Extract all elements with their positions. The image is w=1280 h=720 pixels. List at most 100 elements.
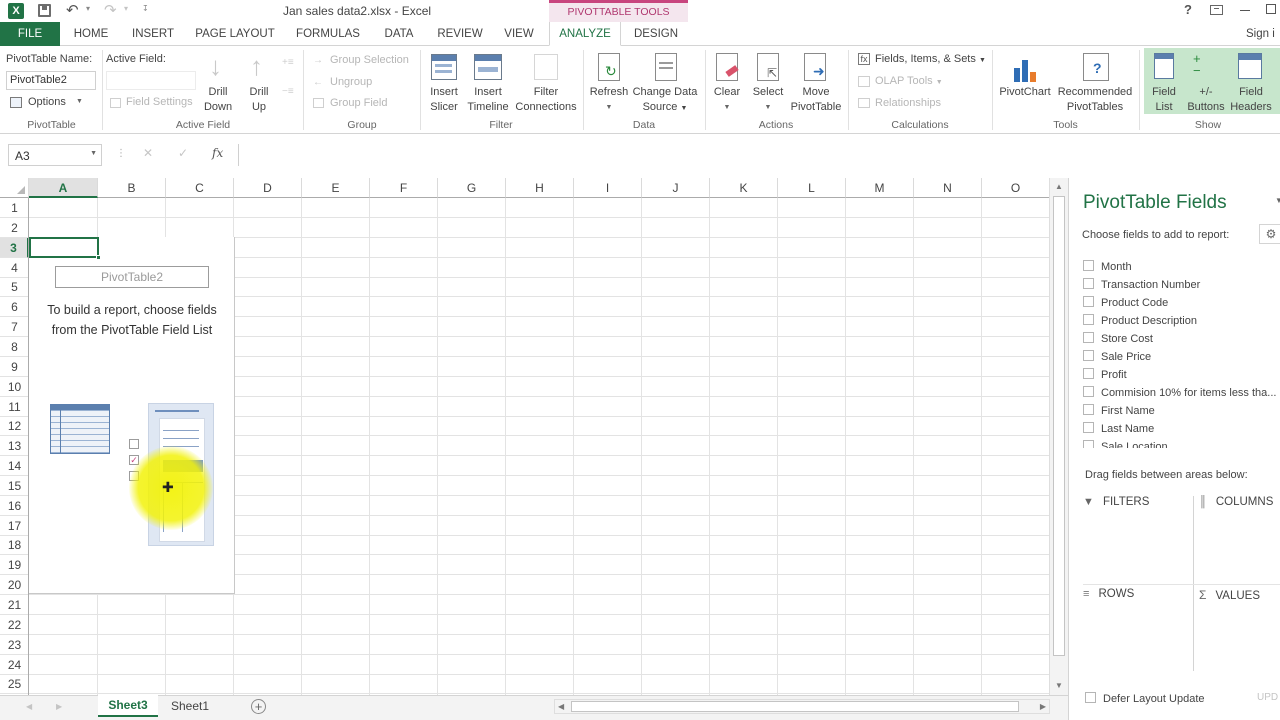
- change-data-source-dropdown-icon[interactable]: ▼: [680, 105, 687, 112]
- select-all-corner[interactable]: [0, 178, 29, 198]
- field-checkbox[interactable]: [1083, 368, 1094, 379]
- drill-down-button[interactable]: Drill Down: [200, 85, 236, 115]
- scroll-tabs-left-icon[interactable]: ◀: [26, 702, 32, 711]
- field-item[interactable]: First Name: [1083, 402, 1155, 420]
- defer-checkbox-box[interactable]: [1085, 692, 1096, 703]
- minimize-icon[interactable]: [1240, 10, 1250, 11]
- excel-logo-icon[interactable]: X: [8, 3, 24, 19]
- tools-gear-icon[interactable]: ⚙: [1259, 224, 1280, 244]
- row-header-15[interactable]: 15: [0, 476, 29, 496]
- tab-data[interactable]: DATA: [377, 22, 421, 46]
- row-header-22[interactable]: 22: [0, 615, 29, 635]
- horizontal-scrollbar[interactable]: ◀ ▶: [554, 699, 1050, 714]
- olap-tools-button[interactable]: OLAP Tools ▼: [875, 75, 943, 87]
- undo-icon[interactable]: ↶: [66, 1, 79, 19]
- field-checkbox[interactable]: [1083, 296, 1094, 307]
- column-header-n[interactable]: N: [914, 178, 982, 198]
- insert-slicer-button[interactable]: Insert Slicer: [424, 85, 464, 115]
- tab-view[interactable]: VIEW: [500, 22, 538, 46]
- column-header-g[interactable]: G: [438, 178, 506, 198]
- column-header-j[interactable]: J: [642, 178, 710, 198]
- sheet-tab-sheet3[interactable]: Sheet3: [98, 695, 158, 717]
- fields-items-sets-dropdown-icon[interactable]: ▼: [979, 57, 986, 64]
- column-header-b[interactable]: B: [98, 178, 166, 198]
- tab-insert[interactable]: INSERT: [128, 22, 178, 46]
- options-dropdown-icon[interactable]: ▼: [76, 98, 83, 105]
- plus-minus-buttons-button[interactable]: +/- Buttons: [1184, 85, 1228, 115]
- field-checkbox[interactable]: [1083, 422, 1094, 433]
- ribbon-display-options-icon[interactable]: [1210, 5, 1223, 15]
- row-header-1[interactable]: 1: [0, 198, 29, 218]
- active-cell-a3[interactable]: [29, 237, 101, 260]
- row-header-23[interactable]: 23: [0, 635, 29, 655]
- tab-analyze[interactable]: ANALYZE: [549, 22, 621, 46]
- row-header-17[interactable]: 17: [0, 516, 29, 536]
- recommended-pivottables-button[interactable]: Recommended PivotTables: [1055, 85, 1135, 115]
- row-header-8[interactable]: 8: [0, 337, 29, 357]
- field-item[interactable]: Store Cost: [1083, 330, 1153, 348]
- field-item[interactable]: Profit: [1083, 366, 1127, 384]
- tab-home[interactable]: HOME: [68, 22, 114, 46]
- row-header-13[interactable]: 13: [0, 436, 29, 457]
- field-item[interactable]: Sale Price: [1083, 348, 1151, 366]
- row-header-2[interactable]: 2: [0, 218, 29, 238]
- clear-button[interactable]: Clear ▼: [708, 85, 746, 115]
- filter-connections-button[interactable]: Filter Connections: [513, 85, 579, 115]
- options-button[interactable]: Options: [28, 96, 66, 108]
- ungroup-button[interactable]: Ungroup: [330, 76, 372, 88]
- row-header-25[interactable]: 25: [0, 674, 29, 695]
- scroll-thumb-vertical[interactable]: [1053, 196, 1065, 656]
- select-dropdown-icon[interactable]: ▼: [748, 100, 788, 115]
- pane-options-dropdown-icon[interactable]: ▼: [1275, 196, 1280, 205]
- relationships-button[interactable]: Relationships: [875, 97, 941, 109]
- defer-layout-update-checkbox[interactable]: Defer Layout Update: [1085, 692, 1205, 705]
- tab-file[interactable]: FILE: [0, 22, 60, 46]
- quick-access-customize-icon[interactable]: ↧: [142, 4, 149, 13]
- row-header-5[interactable]: 5: [0, 277, 29, 298]
- field-item[interactable]: Sale Location: [1083, 438, 1168, 448]
- row-header-6[interactable]: 6: [0, 297, 29, 318]
- row-header-20[interactable]: 20: [0, 575, 29, 596]
- scroll-up-arrow-icon[interactable]: ▲: [1055, 182, 1063, 191]
- field-item[interactable]: Product Description: [1083, 312, 1197, 330]
- row-header-16[interactable]: 16: [0, 496, 29, 516]
- column-header-o[interactable]: O: [982, 178, 1050, 198]
- field-checkbox[interactable]: [1083, 404, 1094, 415]
- filters-area[interactable]: ▼ FILTERS: [1083, 496, 1191, 582]
- field-checkbox[interactable]: [1083, 314, 1094, 325]
- group-field-button[interactable]: Group Field: [330, 97, 387, 109]
- scroll-right-arrow-icon[interactable]: ▶: [1040, 702, 1046, 711]
- scroll-thumb-horizontal[interactable]: [571, 701, 1019, 712]
- pivotchart-button[interactable]: PivotChart: [996, 85, 1054, 100]
- column-header-a[interactable]: A: [29, 178, 98, 198]
- expand-field-icon[interactable]: +≡: [282, 57, 294, 68]
- new-sheet-button-icon[interactable]: +: [251, 699, 266, 714]
- row-header-3[interactable]: 3: [0, 237, 29, 258]
- column-header-l[interactable]: L: [778, 178, 846, 198]
- refresh-button[interactable]: Refresh ▼: [588, 85, 630, 115]
- help-icon[interactable]: ?: [1184, 2, 1192, 17]
- formula-input[interactable]: [238, 144, 1268, 166]
- field-checkbox[interactable]: [1083, 350, 1094, 361]
- change-data-source-button[interactable]: Change Data Source ▼: [630, 85, 700, 116]
- column-header-d[interactable]: D: [234, 178, 302, 198]
- row-header-7[interactable]: 7: [0, 317, 29, 338]
- drill-up-button[interactable]: Drill Up: [242, 85, 276, 115]
- tab-page-layout[interactable]: PAGE LAYOUT: [192, 22, 278, 46]
- row-header-12[interactable]: 12: [0, 416, 29, 437]
- row-header-10[interactable]: 10: [0, 377, 29, 397]
- field-item[interactable]: Commision 10% for items less tha...: [1083, 384, 1276, 402]
- scroll-tabs-right-icon[interactable]: ▶: [56, 702, 62, 711]
- row-header-18[interactable]: 18: [0, 535, 29, 556]
- scroll-down-arrow-icon[interactable]: ▼: [1055, 681, 1063, 690]
- sign-in-link[interactable]: Sign i: [1246, 22, 1280, 46]
- move-pivottable-button[interactable]: Move PivotTable: [788, 85, 844, 115]
- field-checkbox[interactable]: [1083, 440, 1094, 448]
- vertical-scrollbar[interactable]: ▲ ▼: [1049, 178, 1068, 695]
- field-item[interactable]: Product Code: [1083, 294, 1168, 312]
- sheet-tab-sheet1[interactable]: Sheet1: [160, 696, 220, 716]
- values-area[interactable]: Σ VALUES: [1199, 588, 1280, 672]
- row-header-4[interactable]: 4: [0, 258, 29, 278]
- field-headers-button[interactable]: Field Headers: [1228, 85, 1274, 115]
- fields-items-sets-button[interactable]: Fields, Items, & Sets ▼: [875, 53, 986, 65]
